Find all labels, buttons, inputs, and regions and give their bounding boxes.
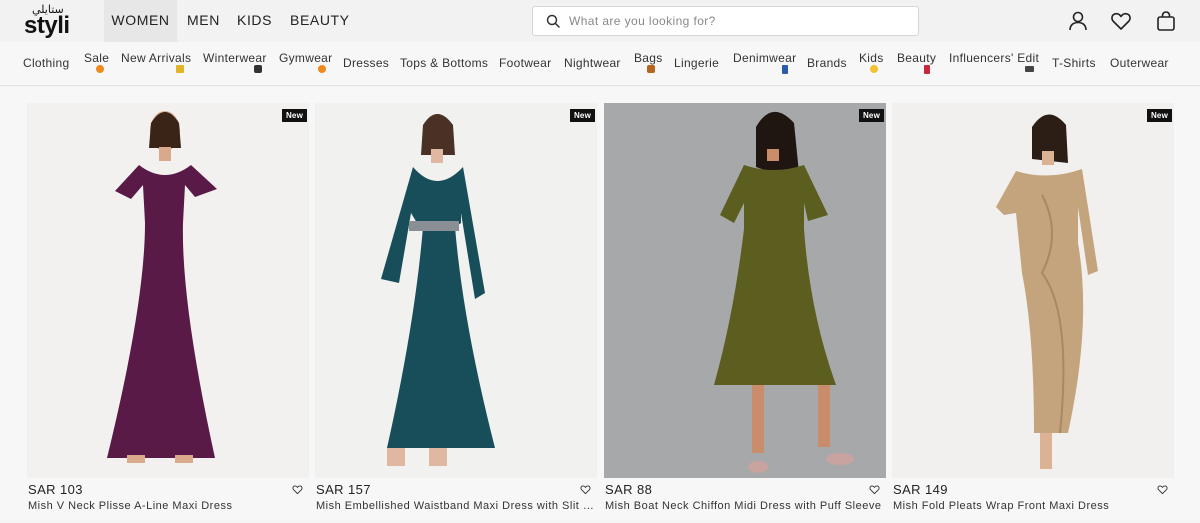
wishlist-heart-icon[interactable] <box>292 484 303 495</box>
category-clothing[interactable]: Clothing <box>23 56 69 70</box>
fire-icon <box>318 65 326 73</box>
category-t-shirts[interactable]: T-Shirts <box>1052 56 1096 70</box>
category-tops-bottoms[interactable]: Tops & Bottoms <box>400 56 488 70</box>
new-badge: New <box>281 109 307 122</box>
wishlist-heart-icon[interactable] <box>580 484 591 495</box>
product-image[interactable]: New <box>604 103 886 478</box>
product-card[interactable]: New SAR 157 Mish Embellished Waistband M… <box>315 103 597 523</box>
new-badge: New <box>1146 109 1172 122</box>
product-name[interactable]: Mish Boat Neck Chiffon Midi Dress with P… <box>605 500 885 512</box>
category-nav: Clothing Sale New Arrivals Winterwear Gy… <box>0 42 1200 86</box>
product-card[interactable]: New SAR 149 Mish Fold Pleats Wrap Front … <box>892 103 1174 523</box>
category-kids[interactable]: Kids <box>859 51 884 65</box>
product-card[interactable]: New SAR 103 Mish V Neck Plisse A-Line Ma… <box>27 103 309 523</box>
fire-icon <box>96 65 104 73</box>
product-image[interactable]: New <box>892 103 1174 478</box>
category-sale[interactable]: Sale <box>84 51 109 65</box>
category-gymwear[interactable]: Gymwear <box>279 51 332 65</box>
category-beauty[interactable]: Beauty <box>897 51 936 65</box>
wishlist-icon[interactable] <box>1110 10 1132 32</box>
wishlist-heart-icon[interactable] <box>869 484 880 495</box>
dress-illustration <box>892 103 1174 478</box>
dress-illustration <box>27 103 309 478</box>
wishlist-heart-icon[interactable] <box>1157 484 1168 495</box>
product-name[interactable]: Mish V Neck Plisse A-Line Maxi Dress <box>28 500 308 512</box>
new-badge: New <box>569 109 595 122</box>
product-price: SAR 157 <box>316 482 371 497</box>
category-nightwear[interactable]: Nightwear <box>564 56 621 70</box>
category-outerwear[interactable]: Outerwear <box>1110 56 1169 70</box>
lipstick-icon <box>924 65 930 74</box>
bag-icon <box>647 65 655 73</box>
new-badge: New <box>858 109 884 122</box>
category-brands[interactable]: Brands <box>807 56 847 70</box>
jeans-icon <box>782 65 788 74</box>
styli-logo[interactable]: ستايلي styli <box>24 3 76 39</box>
product-price: SAR 103 <box>28 482 83 497</box>
top-header: ستايلي styli WOMEN MEN KIDS BEAUTY <box>0 0 1200 42</box>
category-bags[interactable]: Bags <box>634 51 663 65</box>
account-icon[interactable] <box>1067 10 1089 32</box>
tab-kids[interactable]: KIDS <box>237 0 272 42</box>
search-icon <box>546 14 560 28</box>
product-grid: New SAR 103 Mish V Neck Plisse A-Line Ma… <box>0 87 1200 519</box>
product-name[interactable]: Mish Fold Pleats Wrap Front Maxi Dress <box>893 500 1173 512</box>
product-image[interactable]: New <box>27 103 309 478</box>
category-winterwear[interactable]: Winterwear <box>203 51 267 65</box>
category-new-arrivals[interactable]: New Arrivals <box>121 51 191 65</box>
product-price: SAR 149 <box>893 482 948 497</box>
camera-icon <box>1025 66 1034 72</box>
product-name[interactable]: Mish Embellished Waistband Maxi Dress wi… <box>316 500 596 512</box>
product-price: SAR 88 <box>605 482 653 497</box>
smiley-icon <box>870 65 878 73</box>
product-image[interactable]: New <box>315 103 597 478</box>
category-footwear[interactable]: Footwear <box>499 56 551 70</box>
logo-text: styli <box>24 12 70 39</box>
shopping-bag-icon[interactable] <box>1155 10 1177 32</box>
search-input[interactable] <box>569 11 909 31</box>
tab-women[interactable]: WOMEN <box>104 0 177 42</box>
category-influencers-edit[interactable]: Influencers' Edit <box>949 51 1039 65</box>
category-lingerie[interactable]: Lingerie <box>674 56 719 70</box>
search-bar[interactable] <box>532 6 919 36</box>
category-dresses[interactable]: Dresses <box>343 56 389 70</box>
dress-illustration <box>315 103 597 478</box>
tab-men[interactable]: MEN <box>187 0 220 42</box>
dress-illustration <box>604 103 886 478</box>
category-denimwear[interactable]: Denimwear <box>733 51 796 65</box>
jacket-icon <box>254 65 262 73</box>
tab-beauty[interactable]: BEAUTY <box>290 0 350 42</box>
product-card[interactable]: New SAR 88 Mish Boat Neck Chiffon Midi D… <box>604 103 886 523</box>
sparkle-icon <box>176 65 184 73</box>
